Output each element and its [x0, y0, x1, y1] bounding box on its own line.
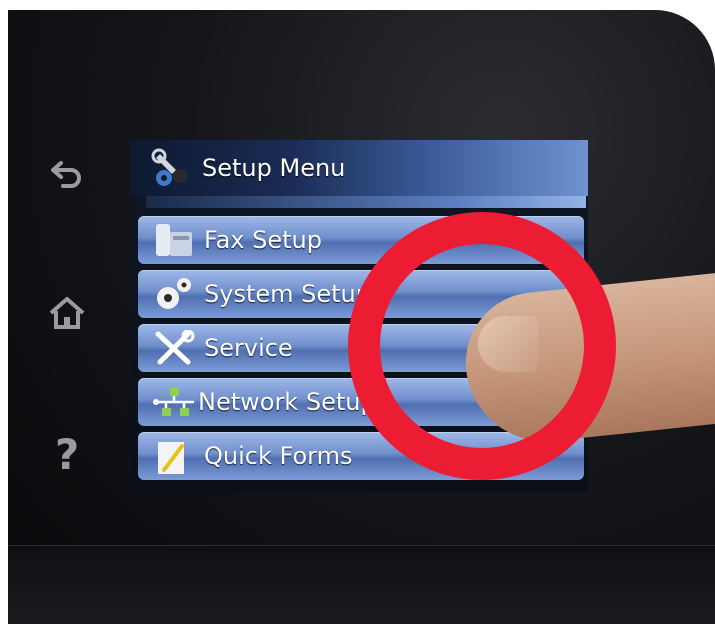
- menu-item-label: Quick Forms: [204, 442, 353, 470]
- help-button[interactable]: ?: [44, 432, 90, 478]
- partially-hidden-menu-item: [146, 196, 586, 209]
- photo-frame: ? Setup Menu Fax Setup System Setup Serv…: [0, 0, 715, 633]
- tools-icon: [155, 330, 195, 365]
- panel-bottom-bezel: [8, 545, 715, 624]
- screen-title-bar: Setup Menu: [130, 140, 588, 196]
- menu-item-label: System Setup: [204, 280, 371, 308]
- gears-icon: [157, 278, 191, 309]
- back-arrow-icon: [51, 161, 81, 188]
- pencil-form-icon: [158, 442, 184, 474]
- screen-title: Setup Menu: [202, 154, 346, 182]
- menu-item-label: Network Setup: [198, 388, 376, 416]
- menu-item-label: Fax Setup: [204, 226, 322, 254]
- network-icon: [153, 388, 194, 416]
- home-button[interactable]: [44, 290, 90, 336]
- fax-icon: [156, 224, 192, 256]
- help-icon: ?: [54, 430, 80, 479]
- menu-item-label: Service: [204, 334, 293, 362]
- home-icon: [49, 297, 85, 329]
- wrench-gear-icon: [151, 148, 187, 186]
- highlight-circle: [348, 212, 616, 480]
- back-button[interactable]: [44, 150, 90, 196]
